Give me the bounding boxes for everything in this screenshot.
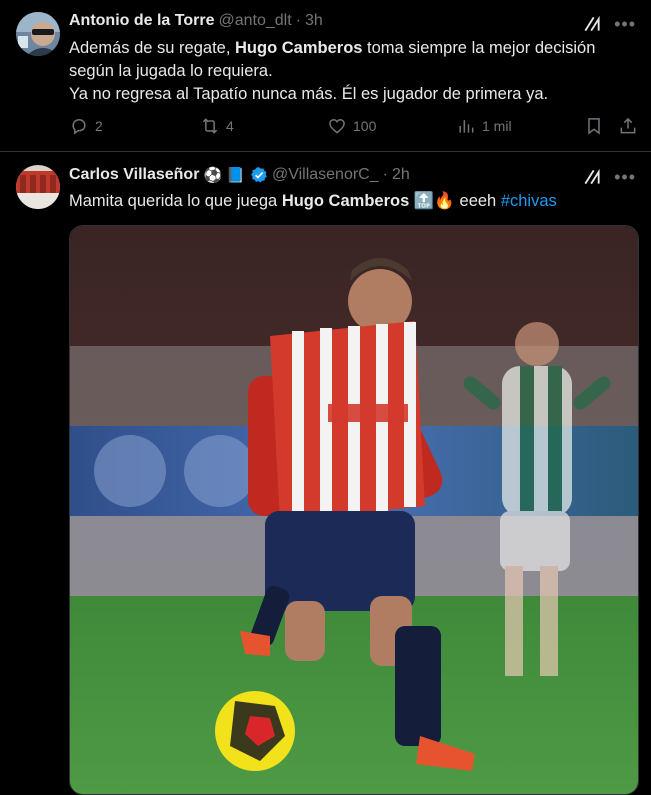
hashtag-link[interactable]: #chivas (501, 192, 557, 210)
tweet-header: Carlos Villaseñor ⚽ 📘 @VillasenorC_ · 2h (69, 166, 410, 184)
author-name[interactable]: Carlos Villaseñor (69, 166, 199, 184)
like-count: 100 (353, 118, 377, 134)
repost-icon (202, 118, 218, 134)
separator: · (382, 166, 388, 183)
grok-icon[interactable] (582, 14, 602, 34)
tweet-text: Además de su regate, Hugo Camberos toma … (69, 37, 629, 106)
view-count: 1 mil (482, 118, 512, 134)
avatar[interactable] (16, 165, 60, 209)
text-bold: Hugo Camberos (235, 39, 363, 57)
tweet-top-actions: ••• (582, 14, 636, 34)
timestamp[interactable]: 3h (305, 12, 323, 30)
repost-count: 4 (226, 118, 234, 134)
text-emoji: 🔝🔥 (413, 192, 455, 210)
text-segment: Mamita querida lo que juega (69, 192, 282, 210)
tweet-top-actions: ••• (582, 167, 636, 187)
reply-button[interactable]: 2 (69, 116, 103, 136)
more-icon[interactable]: ••• (614, 15, 636, 33)
repost-button[interactable]: 4 (200, 116, 234, 136)
text-segment: Además de su regate, (69, 39, 236, 57)
more-icon[interactable]: ••• (614, 168, 636, 186)
avatar[interactable] (16, 12, 60, 56)
verified-icon[interactable] (250, 166, 268, 184)
share-icon (620, 117, 636, 134)
views-icon (459, 120, 474, 133)
name-emoji-badges: ⚽ 📘 (203, 166, 245, 184)
tweet-text: Mamita querida lo que juega Hugo Cambero… (69, 190, 629, 213)
tweet-2[interactable]: Carlos Villaseñor ⚽ 📘 @VillasenorC_ · 2h… (0, 152, 651, 795)
tweet-1[interactable]: Antonio de la Torre @anto_dlt · 3h ••• A… (0, 0, 651, 152)
author-name[interactable]: Antonio de la Torre (69, 12, 214, 30)
heart-icon (329, 118, 345, 134)
soccer-photo (70, 226, 638, 794)
share-button[interactable] (618, 116, 638, 136)
tweet-media-image[interactable] (69, 225, 639, 795)
text-bold: Hugo Camberos (281, 192, 410, 210)
bookmark-icon (588, 118, 600, 135)
author-handle[interactable]: @VillasenorC_ (272, 166, 379, 184)
text-segment: eeeh (454, 192, 501, 210)
bookmark-button[interactable] (584, 116, 604, 136)
reply-icon (72, 118, 86, 135)
views-button[interactable]: 1 mil (456, 116, 512, 136)
separator: · (295, 12, 301, 29)
text-line: Ya no regresa al Tapatío nunca más. Él e… (69, 85, 549, 103)
grok-icon[interactable] (582, 167, 602, 187)
author-handle[interactable]: @anto_dlt (218, 12, 291, 30)
tweet-header: Antonio de la Torre @anto_dlt · 3h (69, 12, 323, 30)
timestamp[interactable]: 2h (392, 166, 410, 184)
reply-count: 2 (95, 118, 103, 134)
like-button[interactable]: 100 (327, 116, 376, 136)
tweet-actions: 2 4 100 1 mil (69, 116, 639, 138)
